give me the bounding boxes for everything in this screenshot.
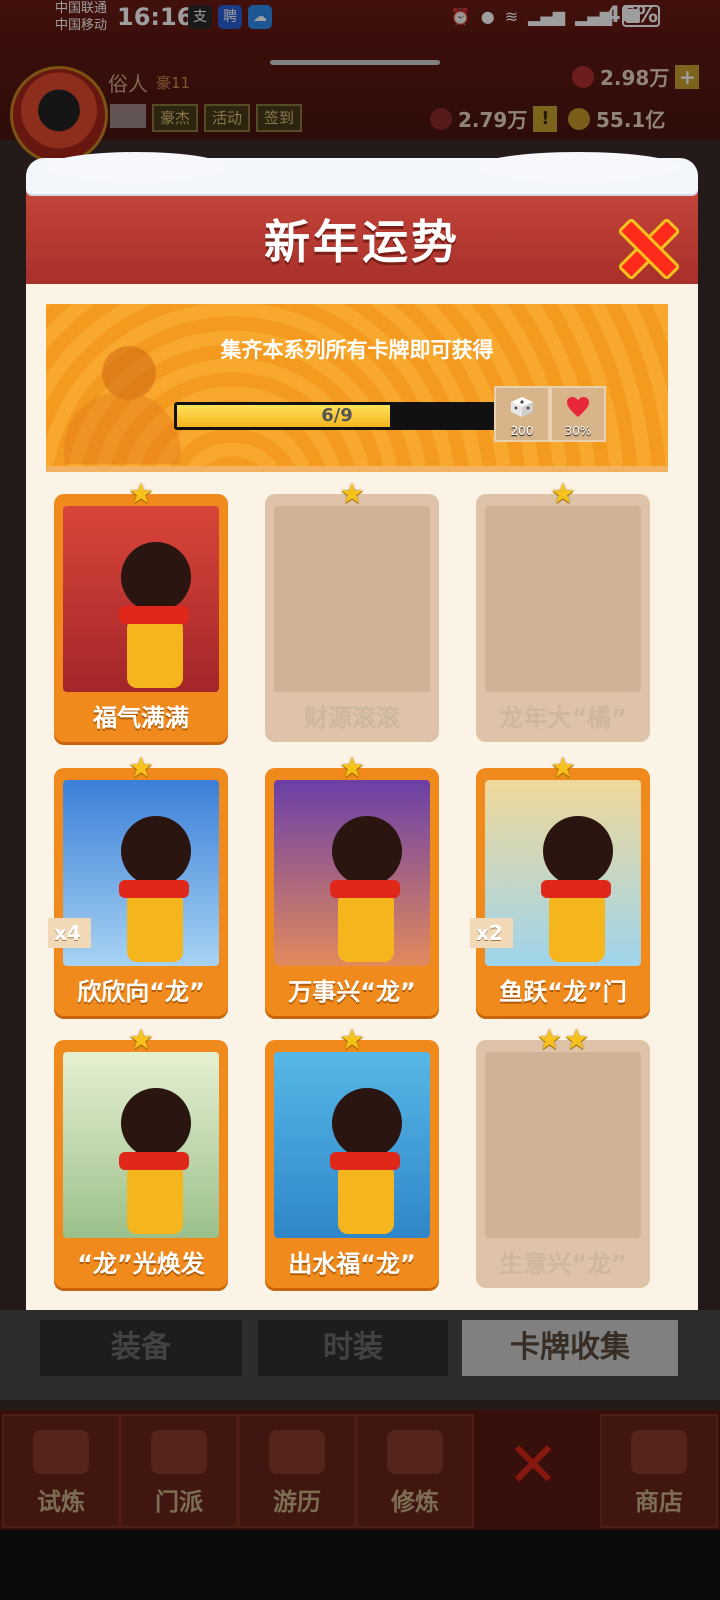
card-3[interactable]: ★ 龙年大“橘”: [476, 480, 650, 742]
card-illustration: [63, 506, 219, 692]
card-name: 欣欣向“龙”: [77, 978, 205, 1006]
card-stars: ★: [54, 1026, 228, 1054]
heart-icon: [567, 397, 589, 417]
reward-dice[interactable]: 200: [494, 386, 550, 442]
character-head: [121, 1088, 191, 1158]
card-stars: ★: [476, 480, 650, 508]
card-stars: ★: [476, 754, 650, 782]
card-5[interactable]: ★ 万事兴“龙”: [265, 754, 439, 1016]
close-button[interactable]: [616, 216, 674, 274]
star-icon: ★: [128, 751, 154, 784]
card-frame: 福气满满: [54, 494, 228, 742]
character-body: [127, 1164, 183, 1234]
card-placeholder: [274, 506, 430, 692]
collection-reward-banner: 集齐本系列所有卡牌即可获得 6/9 200 30%: [46, 304, 668, 472]
character-head: [543, 816, 613, 886]
star-icon: ★: [339, 751, 365, 784]
card-frame: 财源滚滚: [265, 494, 439, 742]
modal-title: 新年运势: [264, 215, 460, 269]
character-head: [121, 816, 191, 886]
card-stars: ★: [54, 480, 228, 508]
character-scarf: [119, 606, 189, 624]
reward-heart[interactable]: 30%: [550, 386, 606, 442]
character-body: [338, 892, 394, 962]
card-name: 出水福“龙”: [288, 1250, 416, 1278]
character-scarf: [330, 1152, 400, 1170]
character-body: [127, 618, 183, 688]
character-head: [332, 816, 402, 886]
card-frame: 万事兴“龙”: [265, 768, 439, 1016]
card-2[interactable]: ★ 财源滚滚: [265, 480, 439, 742]
card-frame: 鱼跃“龙”门: [476, 768, 650, 1016]
character-scarf: [119, 880, 189, 898]
card-stars: ★: [265, 754, 439, 782]
card-illustration: [274, 1052, 430, 1238]
card-name: 龙年大“橘”: [499, 704, 627, 732]
card-name: 万事兴“龙”: [288, 978, 416, 1006]
character-body: [338, 1164, 394, 1234]
star-icon: ★: [564, 1023, 590, 1056]
card-frame: 生意兴“龙”: [476, 1040, 650, 1288]
card-name: “龙”光焕发: [77, 1250, 205, 1278]
character-scarf: [541, 880, 611, 898]
card-stars: ★: [265, 480, 439, 508]
card-8[interactable]: ★ 出水福“龙”: [265, 1026, 439, 1288]
star-icon: ★: [128, 1023, 154, 1056]
reward-dice-amount: 200: [510, 424, 534, 438]
reward-heart-amount: 30%: [564, 424, 592, 438]
card-stars: ★: [54, 754, 228, 782]
character-scarf: [330, 880, 400, 898]
collection-progress-bar: 6/9: [174, 402, 500, 430]
card-1[interactable]: ★ 福气满满: [54, 480, 228, 742]
star-icon: ★: [128, 477, 154, 510]
card-collection-modal: 新年运势 集齐本系列所有卡牌即可获得 6/9 200 30% ★ 福气满满 ★ …: [26, 152, 698, 1310]
card-6[interactable]: ★ 鱼跃“龙”门 x2: [470, 754, 650, 1016]
duplicate-count-badge: x4: [48, 918, 91, 948]
star-icon: ★: [550, 751, 576, 784]
card-4[interactable]: ★ 欣欣向“龙” x4: [48, 754, 228, 1016]
card-frame: 龙年大“橘”: [476, 494, 650, 742]
duplicate-count-badge: x2: [470, 918, 513, 948]
character-body: [127, 892, 183, 962]
card-7[interactable]: ★ “龙”光焕发: [54, 1026, 228, 1288]
dice-icon: [511, 397, 533, 417]
card-illustration: [274, 780, 430, 966]
card-name: 鱼跃“龙”门: [499, 978, 627, 1006]
card-stars: ★: [265, 1026, 439, 1054]
character-body: [549, 892, 605, 962]
card-9[interactable]: ★ ★ 生意兴“龙”: [476, 1026, 650, 1288]
star-icon: ★: [339, 477, 365, 510]
character-head: [121, 542, 191, 612]
star-icon: ★: [536, 1023, 562, 1056]
card-frame: 欣欣向“龙”: [54, 768, 228, 1016]
card-frame: “龙”光焕发: [54, 1040, 228, 1288]
modal-body: 集齐本系列所有卡牌即可获得 6/9 200 30% ★ 福气满满 ★ 财源滚滚 …: [26, 284, 698, 1310]
character-scarf: [119, 1152, 189, 1170]
card-placeholder: [485, 506, 641, 692]
card-frame: 出水福“龙”: [265, 1040, 439, 1288]
star-icon: ★: [339, 1023, 365, 1056]
card-illustration: [63, 1052, 219, 1238]
progress-label: 6/9: [321, 405, 353, 426]
card-placeholder: [485, 1052, 641, 1238]
card-name: 福气满满: [93, 704, 189, 732]
card-stars: ★ ★: [476, 1026, 650, 1054]
banner-text: 集齐本系列所有卡牌即可获得: [220, 338, 494, 362]
snow-decoration: [26, 152, 698, 194]
card-name: 财源滚滚: [304, 704, 400, 732]
star-icon: ★: [550, 477, 576, 510]
character-head: [332, 1088, 402, 1158]
card-name: 生意兴“龙”: [499, 1250, 627, 1278]
